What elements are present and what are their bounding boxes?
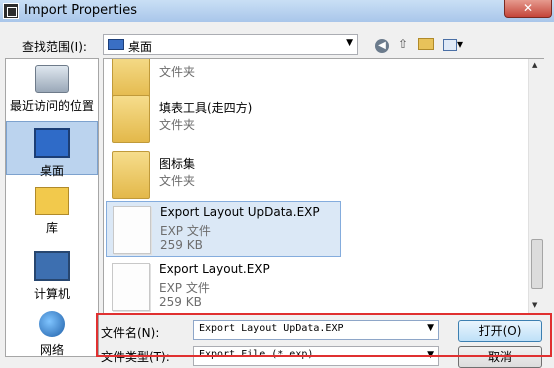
- place-network[interactable]: 网络: [6, 311, 98, 357]
- list-item[interactable]: Export Layout UpData.EXP EXP 文件 259 KB: [106, 201, 341, 257]
- list-item[interactable]: Export Layout.EXP EXP 文件 259 KB: [106, 259, 341, 313]
- scroll-thumb[interactable]: [531, 239, 543, 289]
- vertical-scrollbar[interactable]: ▲ ▼: [528, 59, 544, 313]
- close-button[interactable]: ✕: [504, 0, 552, 18]
- lookin-combo[interactable]: 桌面 ▼: [103, 34, 358, 55]
- computer-icon: [34, 251, 70, 281]
- file-icon: [113, 206, 151, 254]
- lookin-value: 桌面: [128, 40, 153, 54]
- desktop-icon: [108, 39, 124, 50]
- views-menu-button[interactable]: ▾: [440, 35, 466, 53]
- item-size: 259 KB: [159, 295, 202, 309]
- desktop-icon: [34, 128, 70, 158]
- highlight-box: [96, 313, 552, 357]
- views-menu-icon: [442, 38, 457, 51]
- folder-icon: [112, 151, 150, 199]
- new-folder-button[interactable]: [417, 35, 435, 53]
- up-folder-icon: ⇧: [397, 37, 409, 51]
- scroll-up-icon[interactable]: ▲: [532, 61, 537, 69]
- place-label: 库: [45, 221, 58, 235]
- back-button[interactable]: ◀: [373, 35, 391, 53]
- place-label: 最近访问的位置: [9, 99, 94, 113]
- chevron-down-icon: ▼: [346, 38, 353, 48]
- file-list: 文件夹 填表工具(走四方) 文件夹 图标集 文件夹 Export Layout …: [103, 58, 544, 314]
- app-icon: [3, 3, 19, 19]
- back-arrow-icon: ◀: [375, 39, 389, 53]
- place-label: 计算机: [33, 287, 70, 301]
- scroll-down-icon[interactable]: ▼: [532, 301, 537, 309]
- place-recent[interactable]: 最近访问的位置: [6, 65, 98, 115]
- item-name: Export Layout UpData.EXP: [160, 205, 320, 219]
- title-bar: Import Properties ✕: [0, 0, 554, 22]
- places-bar: 最近访问的位置 桌面 库 计算机 网络: [5, 58, 99, 357]
- recent-places-icon: [35, 65, 69, 93]
- place-desktop[interactable]: 桌面: [6, 121, 98, 178]
- up-folder-button[interactable]: ⇧: [394, 35, 412, 53]
- place-computer[interactable]: 计算机: [6, 251, 98, 301]
- lookin-label: 查找范围(I):: [22, 40, 87, 54]
- item-type: 文件夹: [159, 174, 196, 188]
- folder-icon: [112, 95, 150, 143]
- list-item[interactable]: 填表工具(走四方) 文件夹: [106, 91, 341, 147]
- item-type: 文件夹: [159, 118, 196, 132]
- list-item[interactable]: 图标集 文件夹: [106, 147, 341, 203]
- file-icon: [112, 263, 150, 311]
- new-folder-icon: [418, 38, 434, 50]
- place-label: 网络: [39, 343, 64, 357]
- item-name: Export Layout.EXP: [159, 262, 270, 276]
- item-type: 文件夹: [159, 65, 196, 79]
- item-name: 图标集: [159, 157, 196, 171]
- place-libraries[interactable]: 库: [6, 187, 98, 237]
- item-type: EXP 文件: [160, 224, 211, 238]
- libraries-icon: [35, 187, 69, 215]
- network-icon: [39, 311, 65, 337]
- item-size: 259 KB: [160, 238, 203, 252]
- item-name: 填表工具(走四方): [159, 101, 253, 115]
- place-label: 桌面: [39, 164, 64, 178]
- window-title: Import Properties: [24, 3, 137, 18]
- item-type: EXP 文件: [159, 281, 210, 295]
